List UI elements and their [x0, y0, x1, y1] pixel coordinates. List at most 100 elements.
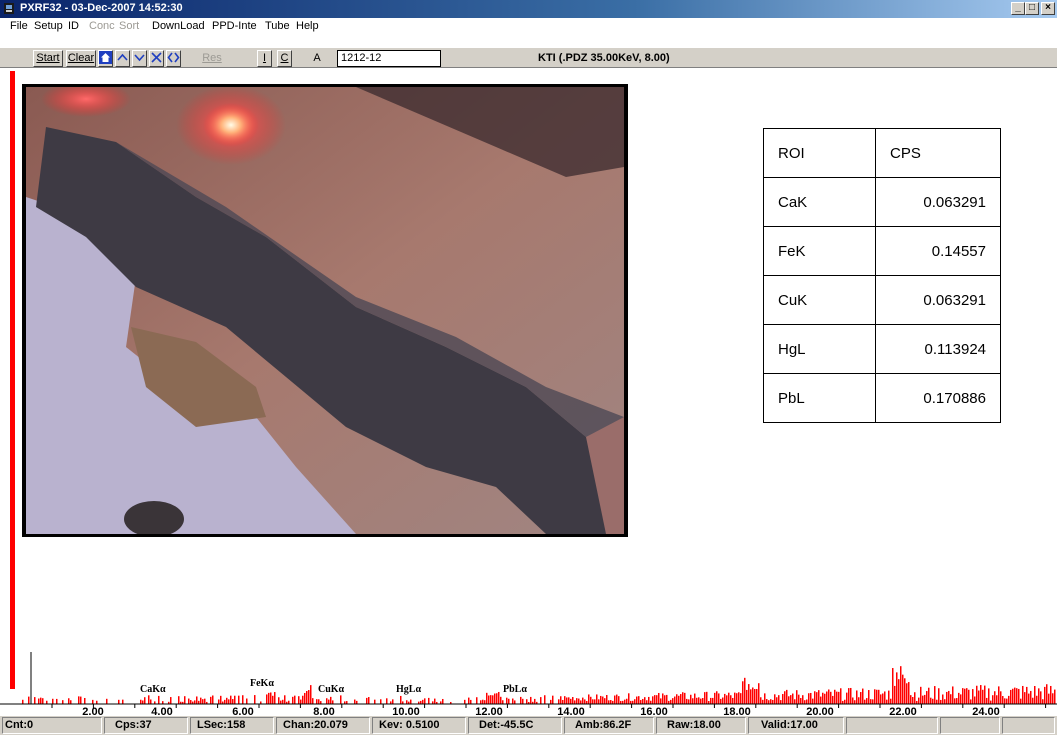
spectrum-bar — [912, 696, 914, 704]
spectrum-bar — [770, 699, 772, 704]
spectrum-bar — [918, 697, 920, 704]
spectrum-bar — [818, 690, 820, 704]
compress-button[interactable] — [149, 50, 164, 67]
spectrum-bar — [990, 700, 992, 704]
spectrum-bar — [434, 698, 436, 704]
spectrum-bar — [710, 697, 712, 704]
spectrum-bar — [596, 694, 598, 704]
menu-conc[interactable]: Conc — [89, 20, 115, 32]
down-button[interactable] — [132, 50, 147, 67]
menu-setup[interactable]: Setup — [34, 20, 63, 32]
menu-download[interactable]: DownLoad — [152, 20, 205, 32]
spectrum-bar — [692, 698, 694, 704]
spectrum-bar — [836, 691, 838, 704]
i-button[interactable]: I — [257, 50, 272, 67]
spectrum-bar — [868, 690, 870, 704]
spectrum-bar — [782, 694, 784, 704]
minimize-button[interactable]: _ — [1011, 2, 1025, 15]
spectrum-bar — [728, 692, 730, 704]
spectrum-bar — [748, 684, 750, 704]
home-button[interactable] — [98, 50, 113, 67]
menu-help[interactable]: Help — [296, 20, 319, 32]
camera-view — [22, 84, 628, 537]
spectrum-bar — [218, 699, 220, 704]
up-button[interactable] — [115, 50, 130, 67]
chevron-down-icon — [134, 54, 145, 62]
spectrum-bar — [62, 700, 64, 704]
spectrum-bar — [22, 699, 24, 704]
spectrum-plot[interactable]: CaKα FeKα CuKα HgLα PbLα 2.00 4.00 6.00 … — [0, 630, 1057, 716]
a-button[interactable]: A — [303, 50, 331, 67]
menu-sort[interactable]: Sort — [119, 20, 139, 32]
spectrum-bar — [1018, 688, 1020, 704]
spectrum-bar — [562, 699, 564, 704]
maximize-button[interactable]: □ — [1025, 2, 1039, 15]
spectrum-bar — [40, 697, 42, 704]
spectrum-bar — [772, 699, 774, 704]
spectrum-bar — [880, 694, 882, 704]
clear-button[interactable]: Clear — [66, 50, 96, 67]
spectrum-bar — [730, 695, 732, 704]
expand-button[interactable] — [166, 50, 181, 67]
start-label: Start — [36, 52, 60, 64]
start-button[interactable]: Start — [33, 50, 63, 67]
spectrum-bar — [38, 698, 40, 704]
spectrum-bar — [634, 699, 636, 704]
status-kev: Kev: 0.5100 — [372, 717, 466, 734]
spectrum-bar — [190, 700, 192, 704]
c-label: C — [280, 52, 289, 64]
window-title: PXRF32 - 03-Dec-2007 14:52:30 — [20, 2, 183, 14]
tick-label: 24.00 — [972, 706, 1000, 716]
spectrum-bar — [734, 692, 736, 704]
tick-label: 8.00 — [313, 706, 334, 716]
spectrum-bar — [738, 692, 740, 704]
spectrum-bar — [824, 693, 826, 704]
spectrum-bar — [268, 692, 270, 704]
spectrum-bar — [680, 694, 682, 704]
title-bar[interactable]: PXRF32 - 03-Dec-2007 14:52:30 _ □ × — [0, 0, 1057, 18]
spectrum-bar — [986, 697, 988, 704]
spectrum-bar — [1054, 689, 1056, 704]
low-channel-bar — [10, 71, 15, 689]
spectrum-bar — [380, 699, 382, 704]
spectrum-bar — [882, 693, 884, 704]
spectrum-bar — [814, 691, 816, 704]
res-button[interactable]: Res — [200, 50, 224, 67]
sample-id-input[interactable]: 1212-12 — [337, 50, 441, 67]
spectrum-bar — [976, 685, 978, 704]
menu-file[interactable]: File — [10, 20, 28, 32]
spectrum-bar — [974, 696, 976, 704]
spectrum-bar — [1000, 691, 1002, 704]
spectrum-bar — [574, 700, 576, 704]
spectrum-bar — [482, 699, 484, 704]
menu-id[interactable]: ID — [68, 20, 79, 32]
menu-tube[interactable]: Tube — [265, 20, 290, 32]
spectrum-bar — [948, 690, 950, 704]
spectrum-bar — [662, 693, 664, 704]
spectrum-bar — [854, 700, 856, 704]
spectrum-bar — [644, 697, 646, 704]
spectrum-bar — [42, 698, 44, 704]
peak-label-hg: HgLα — [396, 684, 421, 695]
spectrum-bar — [488, 695, 490, 704]
spectrum-bar — [598, 699, 600, 704]
spectrum-bar — [298, 696, 300, 704]
spectrum-bar — [956, 698, 958, 704]
spectrum-bar — [686, 698, 688, 704]
close-button[interactable]: × — [1041, 2, 1055, 15]
spectrum-bar — [674, 696, 676, 704]
spectrum-bar — [1034, 686, 1036, 704]
spectrum-bar — [866, 698, 868, 704]
spectrum-bar — [392, 699, 394, 704]
status-bar: Cnt:0 Cps:37 LSec:158 Chan:20.079 Kev: 0… — [0, 716, 1057, 735]
spectrum-bar — [590, 696, 592, 704]
c-button[interactable]: C — [277, 50, 292, 67]
spectrum-bar — [400, 695, 402, 704]
spectrum-bar — [914, 692, 916, 704]
spectrum-bar — [1026, 686, 1028, 704]
spectrum-bar — [910, 695, 912, 704]
spectrum-bar — [1004, 698, 1006, 704]
menu-ppd-inte[interactable]: PPD-Inte — [212, 20, 257, 32]
menu-bar: File Setup ID Conc Sort DownLoad PPD-Int… — [0, 18, 1057, 35]
table-row: HgL 0.113924 — [763, 324, 1001, 374]
